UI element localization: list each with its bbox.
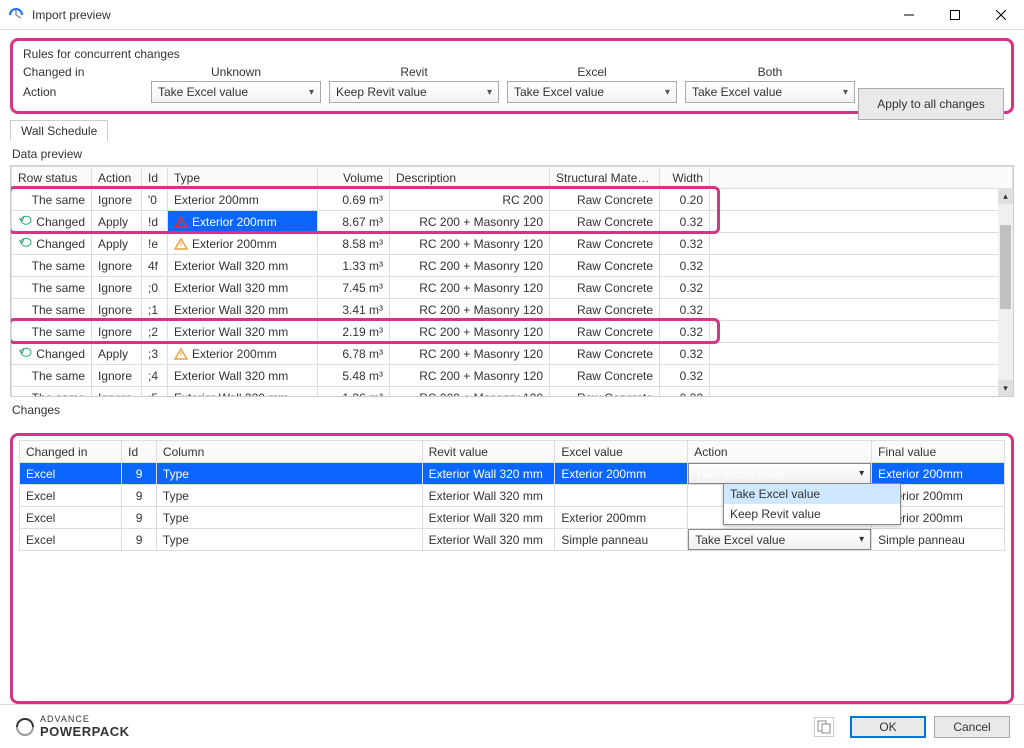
action-unknown-select[interactable]: Take Excel value▾	[151, 81, 321, 103]
th-change-action[interactable]: Action	[688, 441, 872, 463]
th-final-value[interactable]: Final value	[872, 441, 1005, 463]
col-unknown: Unknown	[151, 65, 321, 81]
chevron-down-icon: ▾	[665, 87, 670, 98]
changes-label: Changes	[12, 403, 1014, 417]
th-status[interactable]: Row status	[12, 167, 92, 189]
col-revit: Revit	[329, 65, 499, 81]
changed-in-label: Changed in	[23, 65, 143, 81]
th-changed-in[interactable]: Changed in	[20, 441, 122, 463]
th-action[interactable]: Action	[92, 167, 142, 189]
changed-icon	[19, 346, 33, 358]
action-select[interactable]: Take Excel value▾	[688, 529, 871, 550]
minimize-button[interactable]	[886, 0, 932, 30]
chevron-down-icon: ▾	[487, 87, 492, 98]
col-both: Both	[685, 65, 855, 81]
th-type[interactable]: Type	[168, 167, 318, 189]
data-preview-table: Row status Action Id Type Volume Descrip…	[10, 165, 1014, 397]
warning-icon	[174, 238, 188, 250]
window-title: Import preview	[32, 8, 111, 22]
apply-all-button[interactable]: Apply to all changes	[858, 88, 1004, 120]
chevron-down-icon: ▾	[309, 87, 314, 98]
chevron-down-icon: ▾	[843, 87, 848, 98]
action-both-select[interactable]: Take Excel value▾	[685, 81, 855, 103]
dropdown-option[interactable]: Take Excel value	[724, 484, 900, 504]
table-row[interactable]: The sameIgnore'0Exterior 200mm0.69 m³RC …	[12, 189, 1013, 211]
options-icon[interactable]	[814, 717, 834, 737]
action-dropdown-open[interactable]: Take Excel value Keep Revit value	[723, 483, 901, 525]
warning-icon	[174, 348, 188, 360]
scrollbar-thumb[interactable]	[1000, 225, 1011, 308]
table-row[interactable]: The sameIgnore;0Exterior Wall 320 mm7.45…	[12, 277, 1013, 299]
action-revit-select[interactable]: Keep Revit value▾	[329, 81, 499, 103]
changes-box: Changed in Id Column Revit value Excel v…	[10, 433, 1014, 704]
table-row[interactable]: ChangedApply!eExterior 200mm8.58 m³RC 20…	[12, 233, 1013, 255]
rules-title: Rules for concurrent changes	[23, 47, 1001, 61]
maximize-button[interactable]	[932, 0, 978, 30]
col-excel: Excel	[507, 65, 677, 81]
table-row[interactable]: The sameIgnore;4Exterior Wall 320 mm5.48…	[12, 365, 1013, 387]
preview-header-row: Row status Action Id Type Volume Descrip…	[12, 167, 1013, 189]
table-row[interactable]: ChangedApply!dExterior 200mm8.67 m³RC 20…	[12, 211, 1013, 233]
warning-icon	[174, 216, 188, 228]
th-volume[interactable]: Volume	[318, 167, 390, 189]
cancel-button[interactable]: Cancel	[934, 716, 1010, 738]
preview-scrollbar[interactable]: ▴ ▾	[998, 188, 1013, 396]
brand-top: ADVANCE	[40, 714, 129, 724]
table-row[interactable]: The sameIgnore4fExterior Wall 320 mm1.33…	[12, 255, 1013, 277]
data-preview-label: Data preview	[12, 147, 1014, 161]
th-id[interactable]: Id	[142, 167, 168, 189]
changed-icon	[19, 236, 33, 248]
chevron-down-icon: ▾	[859, 468, 864, 479]
action-select[interactable]: Take Excel value▾	[688, 463, 871, 484]
scroll-up-icon[interactable]: ▴	[998, 188, 1013, 204]
app-icon	[8, 7, 24, 23]
table-row[interactable]: The sameIgnore;5Exterior Wall 320 mm1.36…	[12, 387, 1013, 398]
changes-header-row: Changed in Id Column Revit value Excel v…	[20, 441, 1005, 463]
dropdown-option[interactable]: Keep Revit value	[724, 504, 900, 524]
th-mat[interactable]: Structural Material	[550, 167, 660, 189]
th-change-id[interactable]: Id	[122, 441, 157, 463]
chevron-down-icon: ▾	[859, 534, 864, 545]
changed-icon	[19, 214, 33, 226]
close-button[interactable]	[978, 0, 1024, 30]
logo: ADVANCE POWERPACK	[14, 714, 129, 739]
th-column[interactable]: Column	[156, 441, 422, 463]
action-label: Action	[23, 85, 143, 99]
table-row[interactable]: Excel9TypeExterior Wall 320 mmExterior 2…	[20, 463, 1005, 485]
th-width[interactable]: Width	[660, 167, 710, 189]
th-excel-value[interactable]: Excel value	[555, 441, 688, 463]
table-row[interactable]: The sameIgnore;2Exterior Wall 320 mm2.19…	[12, 321, 1013, 343]
th-desc[interactable]: Description	[390, 167, 550, 189]
th-revit-value[interactable]: Revit value	[422, 441, 555, 463]
table-row[interactable]: Excel9TypeExterior Wall 320 mmSimple pan…	[20, 529, 1005, 551]
titlebar: Import preview	[0, 0, 1024, 30]
footer: ADVANCE POWERPACK OK Cancel	[0, 704, 1024, 748]
ok-button[interactable]: OK	[850, 716, 926, 738]
tab-wall-schedule[interactable]: Wall Schedule	[10, 120, 108, 141]
table-row[interactable]: ChangedApply;3Exterior 200mm6.78 m³RC 20…	[12, 343, 1013, 365]
brand-bottom: POWERPACK	[40, 724, 129, 739]
scroll-down-icon[interactable]: ▾	[998, 380, 1013, 396]
action-excel-select[interactable]: Take Excel value▾	[507, 81, 677, 103]
table-row[interactable]: The sameIgnore;1Exterior Wall 320 mm3.41…	[12, 299, 1013, 321]
